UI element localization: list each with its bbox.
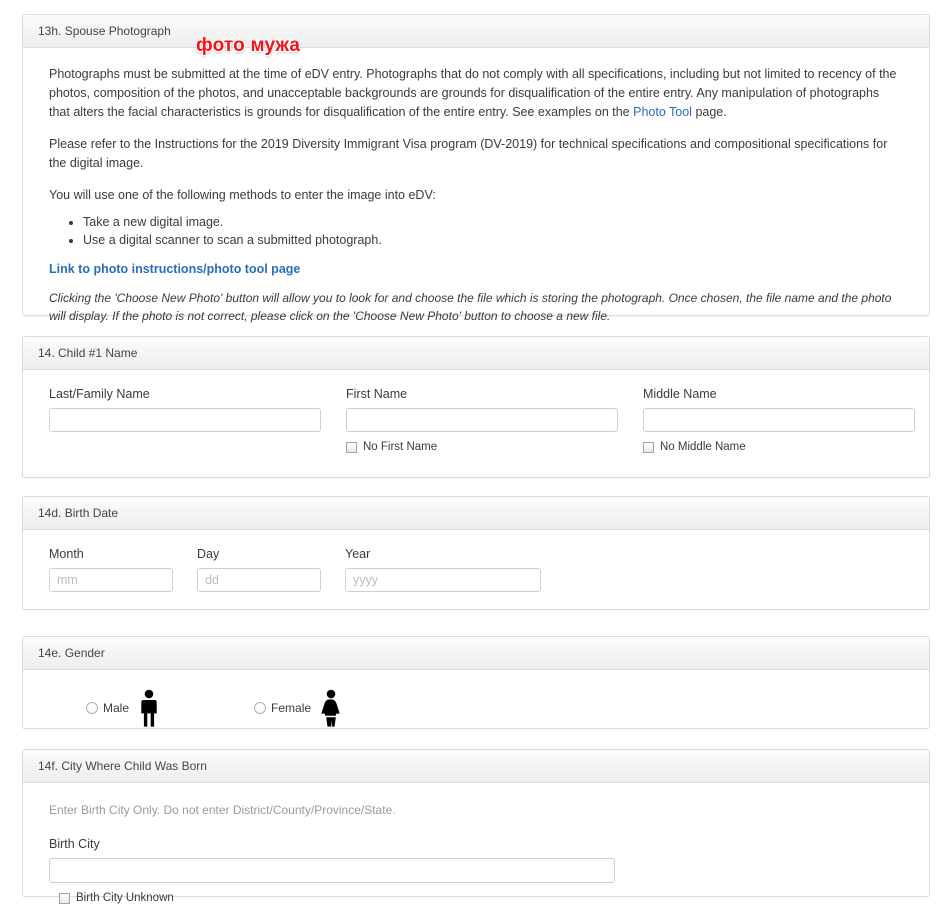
section-spouse-photograph: 13h. Spouse Photograph Photographs must …: [22, 14, 930, 316]
section-body-child-name: Last/Family Name First Name No First Nam…: [23, 370, 929, 453]
birth-city-hint: Enter Birth City Only. Do not enter Dist…: [49, 783, 903, 817]
section-title-birth-date: 14d. Birth Date: [38, 506, 118, 520]
section-header-gender: 14e. Gender: [23, 637, 929, 670]
checkbox-icon[interactable]: [643, 442, 654, 453]
birth-city-unknown-label: Birth City Unknown: [76, 892, 174, 904]
no-first-name-checkbox-row[interactable]: No First Name: [346, 441, 618, 453]
photo-tool-link[interactable]: Photo Tool: [633, 105, 692, 119]
section-birth-city: 14f. City Where Child Was Born Enter Bir…: [22, 749, 930, 897]
methods-intro-paragraph: You will use one of the following method…: [49, 186, 903, 205]
first-name-label: First Name: [346, 387, 618, 401]
photo-requirements-text-after-link: page.: [692, 105, 727, 119]
birth-city-unknown-checkbox-row[interactable]: Birth City Unknown: [59, 892, 903, 904]
list-item: Use a digital scanner to scan a submitte…: [83, 232, 903, 249]
male-figure-icon: [136, 689, 162, 727]
first-name-input[interactable]: [346, 408, 618, 432]
section-header-child-name: 14. Child #1 Name: [23, 337, 929, 370]
photo-requirements-text-before-link: Photographs must be submitted at the tim…: [49, 67, 896, 119]
instructions-reference-paragraph: Please refer to the Instructions for the…: [49, 135, 903, 173]
middle-name-field-group: Middle Name No Middle Name: [643, 387, 915, 453]
birth-year-field-group: Year: [345, 547, 541, 592]
birth-day-input[interactable]: [197, 568, 321, 592]
photo-requirements-paragraph: Photographs must be submitted at the tim…: [49, 48, 903, 122]
birth-day-field-group: Day: [197, 547, 321, 592]
birth-month-label: Month: [49, 547, 173, 561]
female-label: Female: [271, 701, 311, 715]
gender-options-row: Male Female: [49, 670, 903, 727]
checkbox-icon[interactable]: [346, 442, 357, 453]
section-birth-date: 14d. Birth Date Month Day Year: [22, 496, 930, 610]
no-first-name-label: No First Name: [363, 441, 437, 453]
photo-methods-list: Take a new digital image. Use a digital …: [49, 214, 903, 249]
birth-month-input[interactable]: [49, 568, 173, 592]
middle-name-input[interactable]: [643, 408, 915, 432]
edv-form-page: 13h. Spouse Photograph Photographs must …: [0, 0, 952, 910]
section-title-birth-city: 14f. City Where Child Was Born: [38, 759, 207, 773]
no-middle-name-label: No Middle Name: [660, 441, 746, 453]
section-header-spouse-photograph: 13h. Spouse Photograph: [23, 15, 929, 48]
birth-month-field-group: Month: [49, 547, 173, 592]
section-header-birth-date: 14d. Birth Date: [23, 497, 929, 530]
last-name-field-group: Last/Family Name: [49, 387, 321, 453]
birth-city-input[interactable]: [49, 858, 615, 883]
child-name-fields-row: Last/Family Name First Name No First Nam…: [49, 370, 903, 453]
birth-city-label: Birth City: [49, 837, 903, 851]
photo-instructions-link[interactable]: Link to photo instructions/photo tool pa…: [49, 262, 903, 276]
section-title-gender: 14e. Gender: [38, 646, 105, 660]
male-label: Male: [103, 701, 129, 715]
last-name-input[interactable]: [49, 408, 321, 432]
section-body-birth-date: Month Day Year: [23, 530, 929, 592]
gender-option-male[interactable]: Male: [86, 689, 162, 727]
choose-photo-instructions-note: Clicking the 'Choose New Photo' button w…: [49, 289, 903, 325]
radio-icon[interactable]: [254, 702, 266, 714]
annotation-spouse-photo: фото мужа: [196, 35, 300, 57]
checkbox-icon[interactable]: [59, 893, 70, 904]
birth-year-input[interactable]: [345, 568, 541, 592]
radio-icon[interactable]: [86, 702, 98, 714]
gender-options-spacer: [162, 689, 254, 727]
section-gender: 14e. Gender Male Female: [22, 636, 930, 729]
middle-name-label: Middle Name: [643, 387, 915, 401]
birth-day-label: Day: [197, 547, 321, 561]
section-header-birth-city: 14f. City Where Child Was Born: [23, 750, 929, 783]
gender-option-female[interactable]: Female: [254, 689, 344, 727]
section-child-name: 14. Child #1 Name Last/Family Name First…: [22, 336, 930, 478]
last-name-label: Last/Family Name: [49, 387, 321, 401]
section-body-birth-city: Enter Birth City Only. Do not enter Dist…: [23, 783, 929, 904]
section-title-spouse-photograph: 13h. Spouse Photograph: [38, 24, 171, 38]
birth-date-fields-row: Month Day Year: [49, 530, 903, 592]
first-name-field-group: First Name No First Name: [346, 387, 618, 453]
section-body-gender: Male Female: [23, 670, 929, 727]
birth-year-label: Year: [345, 547, 541, 561]
section-title-child-name: 14. Child #1 Name: [38, 346, 137, 360]
list-item: Take a new digital image.: [83, 214, 903, 231]
no-middle-name-checkbox-row[interactable]: No Middle Name: [643, 441, 915, 453]
female-figure-icon: [318, 689, 344, 727]
